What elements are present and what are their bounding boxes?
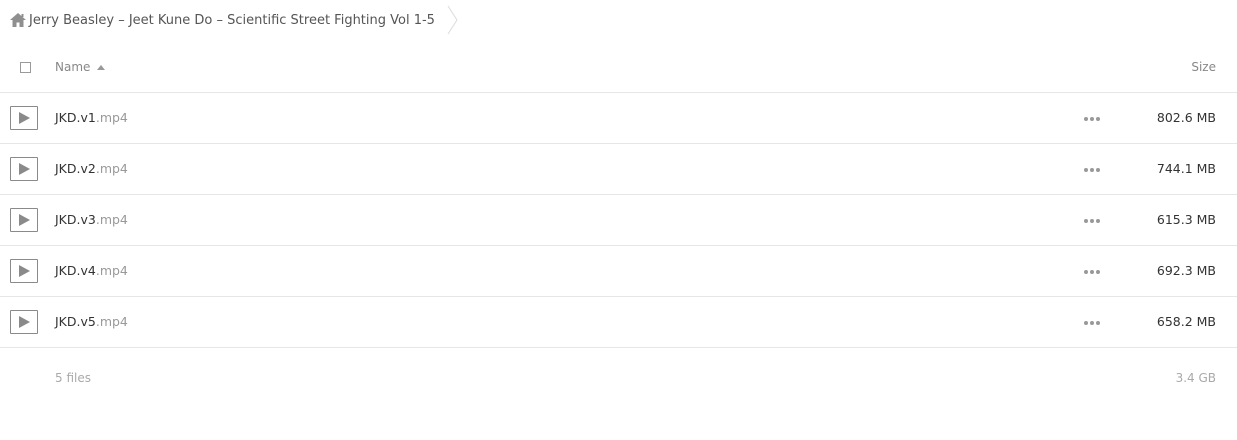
more-options-icon[interactable] [1084, 321, 1100, 325]
select-all-checkbox[interactable] [20, 62, 31, 73]
file-basename: JKD.v3 [55, 212, 96, 227]
more-options-icon[interactable] [1084, 270, 1100, 274]
file-list-header: Name Size [0, 43, 1237, 93]
more-options-icon[interactable] [1084, 168, 1100, 172]
file-size: 658.2 MB [1156, 314, 1216, 329]
table-row[interactable]: JKD.v3.mp4 615.3 MB [0, 195, 1237, 246]
file-name[interactable]: JKD.v3.mp4 [55, 212, 128, 227]
table-row[interactable]: JKD.v5.mp4 658.2 MB [0, 297, 1237, 348]
file-basename: JKD.v4 [55, 263, 96, 278]
file-name[interactable]: JKD.v5.mp4 [55, 314, 128, 329]
play-icon[interactable] [10, 157, 38, 181]
file-extension: .mp4 [95, 314, 128, 329]
table-row[interactable]: JKD.v2.mp4 744.1 MB [0, 144, 1237, 195]
breadcrumb-separator-icon [447, 5, 458, 35]
file-name[interactable]: JKD.v4.mp4 [55, 263, 128, 278]
file-size: 692.3 MB [1156, 263, 1216, 278]
file-extension: .mp4 [95, 161, 128, 176]
file-count: 5 files [55, 371, 91, 385]
more-options-icon[interactable] [1084, 219, 1100, 223]
file-basename: JKD.v2 [55, 161, 96, 176]
file-extension: .mp4 [95, 212, 128, 227]
table-row[interactable]: JKD.v1.mp4 802.6 MB [0, 93, 1237, 144]
file-name[interactable]: JKD.v2.mp4 [55, 161, 128, 176]
play-icon[interactable] [10, 259, 38, 283]
play-icon[interactable] [10, 208, 38, 232]
more-options-icon[interactable] [1084, 117, 1100, 121]
file-extension: .mp4 [95, 110, 128, 125]
home-icon[interactable] [10, 13, 26, 27]
name-column-header[interactable]: Name [55, 60, 106, 74]
total-size: 3.4 GB [1175, 371, 1216, 385]
play-icon[interactable] [10, 310, 38, 334]
file-basename: JKD.v5 [55, 314, 96, 329]
table-row[interactable]: JKD.v4.mp4 692.3 MB [0, 246, 1237, 297]
file-size: 802.6 MB [1156, 110, 1216, 125]
breadcrumb-current-folder[interactable]: Jerry Beasley – Jeet Kune Do – Scientifi… [29, 13, 435, 28]
file-basename: JKD.v1 [55, 110, 96, 125]
file-size: 615.3 MB [1156, 212, 1216, 227]
size-column-header[interactable]: Size [1191, 60, 1216, 74]
breadcrumb: Jerry Beasley – Jeet Kune Do – Scientifi… [0, 0, 459, 40]
file-extension: .mp4 [95, 263, 128, 278]
play-icon[interactable] [10, 106, 38, 130]
sort-ascending-icon [97, 64, 106, 70]
name-column-label: Name [55, 60, 91, 74]
file-size: 744.1 MB [1156, 161, 1216, 176]
file-name[interactable]: JKD.v1.mp4 [55, 110, 128, 125]
